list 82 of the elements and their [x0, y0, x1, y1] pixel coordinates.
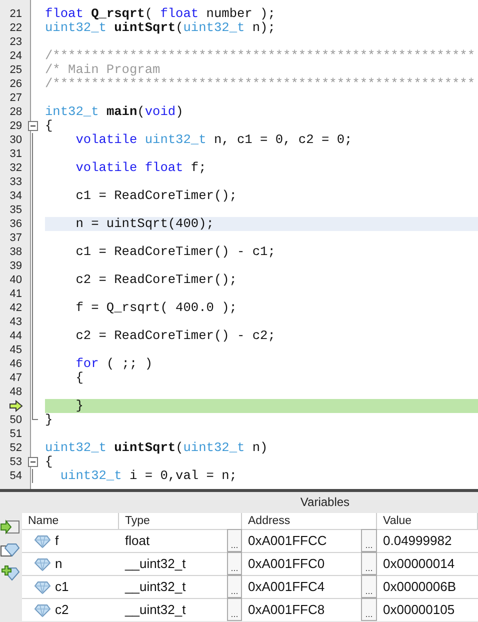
line-number: 45 — [8, 343, 23, 357]
line-number: 30 — [8, 133, 23, 147]
line-number: 42 — [8, 301, 23, 315]
code-line: for ( ;; ) — [74, 357, 153, 371]
line-number: 52 — [8, 441, 23, 455]
line-number: 48 — [8, 385, 23, 399]
line-number: 39 — [8, 259, 23, 273]
line-number: 38 — [8, 245, 23, 259]
gem-box-icon[interactable] — [0, 541, 20, 559]
code-line: volatile uint32_t n, c1 = 0, c2 = 0; — [74, 133, 352, 147]
variable-gem-icon — [34, 558, 51, 570]
code-line: /******************************************************* — [45, 77, 476, 91]
edit-button[interactable]: ... — [361, 552, 377, 575]
line-number: 51 — [8, 427, 23, 441]
line-number: 33 — [8, 175, 23, 189]
code-line: c1 = ReadCoreTimer() - c1; — [74, 245, 276, 259]
code-line: { — [45, 119, 53, 133]
edit-button[interactable]: ... — [227, 552, 242, 575]
code-line: /******************************************************* — [45, 49, 476, 63]
code-line: { — [45, 455, 53, 469]
code-line: f = Q_rsqrt( 400.0 ); — [74, 301, 237, 315]
line-number: 54 — [8, 469, 23, 483]
edit-button[interactable]: ... — [227, 529, 242, 552]
line-number: 40 — [8, 273, 23, 287]
line-number: 35 — [8, 203, 23, 217]
line-number: 22 — [8, 21, 23, 35]
code-line: c1 = ReadCoreTimer(); — [74, 189, 237, 203]
variable-name: n — [55, 555, 62, 573]
line-number: 41 — [8, 287, 23, 301]
code-line: c2 = ReadCoreTimer() - c2; — [74, 329, 276, 343]
code-line: float Q_rsqrt( float number ); — [45, 7, 276, 21]
line-number: 50 — [8, 413, 23, 427]
variable-value: 0x00000105 — [377, 598, 478, 621]
collapse-icon[interactable] — [28, 457, 38, 467]
watch-arrow-icon[interactable] — [0, 519, 20, 535]
variable-name: f — [55, 532, 59, 550]
execution-arrow-icon — [9, 400, 23, 412]
code-line: n = uintSqrt(400); — [74, 217, 214, 231]
line-number: 26 — [8, 77, 23, 91]
line-number: 29 — [8, 119, 23, 133]
edit-button[interactable]: ... — [227, 598, 242, 621]
line-number: 34 — [8, 189, 23, 203]
line-number: 44 — [8, 329, 23, 343]
code-line: c2 = ReadCoreTimer(); — [74, 273, 237, 287]
variable-value: 0x0000006B — [377, 575, 478, 598]
line-number: 31 — [8, 147, 23, 161]
code-line: } — [74, 399, 84, 413]
line-number: 47 — [8, 371, 23, 385]
edit-button[interactable]: ... — [361, 575, 377, 598]
variable-name: c1 — [55, 578, 69, 596]
variable-gem-icon — [34, 580, 51, 594]
line-number: 28 — [8, 105, 23, 119]
line-number: 21 — [8, 7, 23, 21]
collapse-icon[interactable] — [28, 121, 38, 131]
code-line: { — [74, 371, 84, 385]
edit-button[interactable]: ... — [227, 575, 242, 598]
gem-plus-icon[interactable] — [0, 565, 20, 583]
line-number: 27 — [8, 91, 23, 105]
code-line: } — [45, 413, 53, 427]
line-number: 24 — [8, 49, 23, 63]
code-line: int32_t main(void) — [45, 105, 184, 119]
code-line: /* Main Program — [45, 63, 160, 77]
code-line: uint32_t i = 0,val = n; — [59, 469, 237, 483]
line-number: 23 — [8, 35, 23, 49]
code-line: uint32_t uintSqrt(uint32_t n) — [45, 441, 268, 455]
line-number: 25 — [8, 63, 23, 77]
line-number: 43 — [8, 315, 23, 329]
code-line: uint32_t uintSqrt(uint32_t n); — [45, 21, 276, 35]
variable-value: 0x00000014 — [377, 552, 478, 575]
code-line: volatile float f; — [74, 161, 206, 175]
variable-gem-icon — [34, 604, 51, 616]
line-number: 36 — [8, 217, 23, 231]
line-number: 46 — [8, 357, 23, 371]
edit-button[interactable]: ... — [361, 598, 377, 621]
edit-button[interactable]: ... — [361, 529, 377, 552]
variable-name: c2 — [55, 601, 69, 619]
line-number: 37 — [8, 231, 23, 245]
variable-gem-icon — [34, 534, 51, 548]
variable-value: 0.04999982 — [377, 529, 478, 552]
line-number: 53 — [8, 455, 23, 469]
line-number: 32 — [8, 161, 23, 175]
panel-title: Variables — [299, 494, 351, 511]
